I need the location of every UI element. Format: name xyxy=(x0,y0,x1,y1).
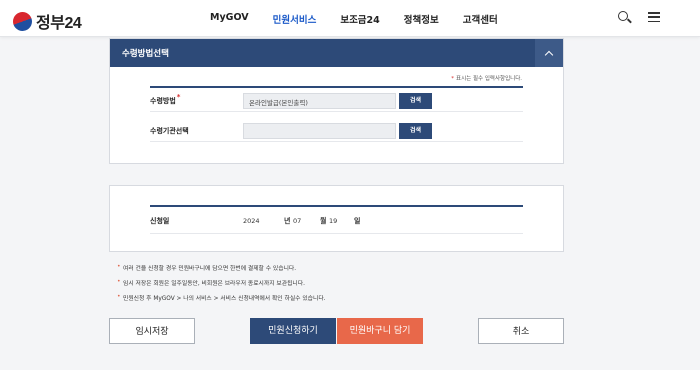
apply-button[interactable]: 민원신청하기 xyxy=(250,318,336,344)
date-day-unit: 일 xyxy=(354,217,361,225)
receive-method-field[interactable]: 온라인발급(본인출력) xyxy=(243,93,396,109)
cancel-button[interactable]: 취소 xyxy=(478,318,564,344)
date-year-unit: 년 xyxy=(284,217,291,225)
note-item: 임시 저장은 회원은 일주일동안, 비회원은 브라우저 종료시까지 보관됩니다. xyxy=(117,278,326,293)
receive-method-label: 수령방법* xyxy=(150,93,181,105)
nav-item-civil-service[interactable]: 민원서비스 xyxy=(273,12,317,26)
date-day: 19 xyxy=(329,217,338,225)
note-item: 민원신청 후 MyGOV > 나의 서비스 > 서비스 신청내역에서 확인 하실… xyxy=(117,293,326,308)
date-year: 2024 xyxy=(243,217,260,225)
required-note-text: 표시는 필수 입력사항입니다. xyxy=(456,76,522,82)
required-note: * 표시는 필수 입력사항입니다. xyxy=(451,74,522,82)
date-month-unit: 월 xyxy=(320,217,327,225)
form-row-application-date: 신청일 2024 년 07 월 19 일 xyxy=(150,207,523,234)
info-notes: 여러 건을 신청할 경우 민원바구니에 담으면 한번에 결제할 수 있습니다. … xyxy=(117,263,326,308)
form-row-receive-agency: 수령기관선택 검색 xyxy=(150,118,523,142)
note-item: 여러 건을 신청할 경우 민원바구니에 담으면 한번에 결제할 수 있습니다. xyxy=(117,263,326,278)
panel-header: 수령방법선택 xyxy=(110,39,563,67)
logo-text: 정부24 xyxy=(36,15,82,32)
hamburger-menu-icon[interactable] xyxy=(648,11,660,23)
required-star-icon: * xyxy=(451,76,455,82)
add-to-cart-button[interactable]: 민원바구니 담기 xyxy=(337,318,423,344)
taegeuk-logo-icon xyxy=(10,8,35,34)
form-row-receive-method: 수령방법* 온라인발급(본인출력) 검색 xyxy=(150,88,523,112)
nav-item-policy-info[interactable]: 정책정보 xyxy=(404,12,439,26)
date-month: 07 xyxy=(293,217,302,225)
collapse-button[interactable] xyxy=(535,39,563,67)
site-header: 정부24 MyGOV 민원서비스 보조금24 정책정보 고객센터 xyxy=(0,0,700,37)
receive-agency-label: 수령기관선택 xyxy=(150,127,189,135)
application-date-panel: 신청일 2024 년 07 월 19 일 xyxy=(109,185,564,252)
application-date-label: 신청일 xyxy=(150,217,170,225)
temp-save-button[interactable]: 임시저장 xyxy=(109,318,195,344)
main-nav: MyGOV 민원서비스 보조금24 정책정보 고객센터 xyxy=(210,12,522,26)
nav-item-mygov[interactable]: MyGOV xyxy=(210,12,249,26)
gov24-logo[interactable]: 정부24 xyxy=(10,8,82,34)
search-icon[interactable] xyxy=(618,11,632,25)
receive-method-panel: 수령방법선택 * 표시는 필수 입력사항입니다. 수령방법* 온라인발급(본인출력… xyxy=(109,38,564,164)
receive-agency-field[interactable] xyxy=(243,123,396,139)
receive-agency-search-button[interactable]: 검색 xyxy=(399,123,432,139)
header-actions xyxy=(618,11,660,25)
required-star-icon: * xyxy=(176,93,181,101)
chevron-up-icon xyxy=(544,50,554,59)
nav-item-subsidy24[interactable]: 보조금24 xyxy=(340,12,379,26)
nav-item-customer-center[interactable]: 고객센터 xyxy=(463,12,498,26)
receive-method-search-button[interactable]: 검색 xyxy=(399,93,432,109)
panel-title: 수령방법선택 xyxy=(122,49,169,59)
